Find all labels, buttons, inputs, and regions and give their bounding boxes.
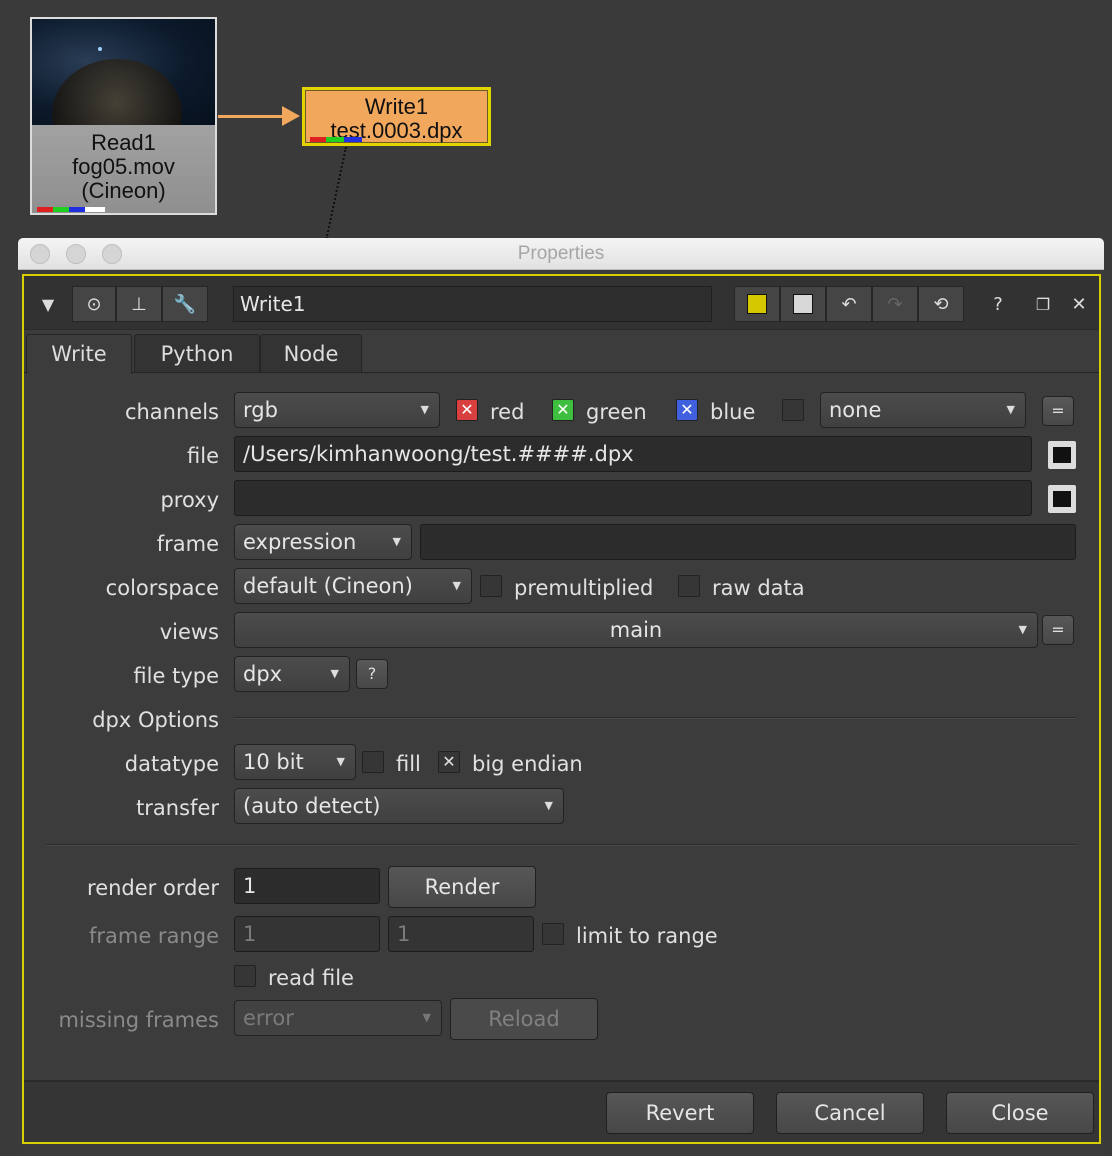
- green-channel-checkbox[interactable]: ✕: [552, 399, 574, 421]
- cancel-button[interactable]: Cancel: [776, 1092, 924, 1134]
- revert-button[interactable]: Revert: [606, 1092, 754, 1134]
- frame-range-end-input[interactable]: 1: [388, 916, 534, 952]
- collapse-triangle-icon[interactable]: ▼: [30, 286, 66, 322]
- channel-blue-indicator: [344, 137, 362, 142]
- views-label: views: [159, 620, 219, 644]
- blue-channel-checkbox[interactable]: ✕: [676, 399, 698, 421]
- read-file-checkbox[interactable]: [234, 965, 256, 987]
- premultiplied-label: premultiplied: [514, 576, 654, 600]
- views-dropdown[interactable]: main ▼: [234, 612, 1038, 648]
- file-type-label: file type: [133, 664, 219, 688]
- render-order-input[interactable]: 1: [234, 868, 380, 904]
- revert-knobs-icon[interactable]: ⟲: [918, 286, 964, 322]
- panel-toolbar: ▼ ⊙ ⊥ 🔧 Write1 ↶ ↷ ⟲ ? ❐ ✕: [24, 276, 1099, 330]
- proxy-label: proxy: [160, 488, 219, 512]
- wrench-icon[interactable]: 🔧: [162, 286, 208, 322]
- read-node-thumbnail: [32, 19, 215, 125]
- green-channel-label: green: [586, 400, 647, 424]
- fill-checkbox[interactable]: [362, 751, 384, 773]
- missing-frames-label: missing frames: [58, 1008, 219, 1032]
- proxy-browse-folder-icon[interactable]: [1048, 485, 1076, 513]
- write-node[interactable]: Write1 test.0003.dpx: [302, 87, 491, 146]
- frame-mode-dropdown[interactable]: expression ▼: [234, 524, 412, 560]
- file-type-help-button[interactable]: ?: [356, 659, 388, 689]
- tab-python[interactable]: Python: [134, 334, 260, 372]
- big-endian-label: big endian: [472, 752, 583, 776]
- section-divider: [46, 844, 1076, 846]
- frame-range-start-input[interactable]: 1: [234, 916, 380, 952]
- missing-frames-dropdown[interactable]: error ▼: [234, 1000, 442, 1036]
- colorspace-label: colorspace: [105, 576, 219, 600]
- node-color-icon[interactable]: [734, 286, 780, 322]
- viewer-link-line: [325, 147, 347, 239]
- read-node-colorspace: (Cineon): [81, 178, 166, 203]
- window-titlebar[interactable]: Properties: [18, 238, 1104, 270]
- blue-channel-label: blue: [710, 400, 756, 424]
- channels-dropdown[interactable]: rgb ▼: [234, 392, 440, 428]
- write-node-name: Write1: [364, 94, 429, 119]
- red-channel-checkbox[interactable]: ✕: [456, 399, 478, 421]
- raw-data-label: raw data: [712, 576, 805, 600]
- datatype-label: datatype: [124, 752, 219, 776]
- properties-panel: ▼ ⊙ ⊥ 🔧 Write1 ↶ ↷ ⟲ ? ❐ ✕ Write Python …: [22, 274, 1101, 1144]
- help-icon[interactable]: ?: [984, 286, 1012, 322]
- file-path-input[interactable]: /Users/kimhanwoong/test.####.dpx: [234, 436, 1032, 472]
- file-type-dropdown[interactable]: dpx ▼: [234, 656, 350, 692]
- read-node[interactable]: Read1 fog05.mov (Cineon): [30, 17, 217, 215]
- frame-expression-input[interactable]: [420, 524, 1076, 560]
- channel-alpha-indicator: [85, 207, 105, 212]
- extra-channel-dropdown[interactable]: none ▼: [820, 392, 1026, 428]
- tab-node[interactable]: Node: [260, 334, 362, 372]
- close-panel-icon[interactable]: ✕: [1064, 286, 1094, 322]
- undo-icon[interactable]: ↶: [826, 286, 872, 322]
- float-panel-icon[interactable]: ❐: [1028, 286, 1058, 322]
- arrow-head-icon: [282, 106, 300, 126]
- close-button[interactable]: Close: [946, 1092, 1094, 1134]
- big-endian-checkbox[interactable]: ✕: [438, 751, 460, 773]
- frame-label: frame: [156, 532, 219, 556]
- fill-label: fill: [396, 752, 421, 776]
- channel-red-indicator: [310, 137, 326, 142]
- file-label: file: [187, 444, 219, 468]
- views-equals-button[interactable]: =: [1042, 615, 1074, 645]
- channel-red-indicator: [37, 207, 53, 212]
- read-file-label: read file: [268, 966, 354, 990]
- dpx-options-divider: [234, 717, 1076, 719]
- premultiplied-checkbox[interactable]: [480, 575, 502, 597]
- node-name-field[interactable]: Write1: [233, 286, 712, 322]
- transfer-dropdown[interactable]: (auto detect) ▼: [234, 788, 564, 824]
- channel-green-indicator: [326, 137, 344, 142]
- render-order-label: render order: [87, 876, 219, 900]
- frame-range-label: frame range: [88, 924, 219, 948]
- extra-channel-checkbox[interactable]: [782, 399, 804, 421]
- connection-arrow: [218, 115, 284, 118]
- read-node-file: fog05.mov: [72, 154, 175, 179]
- raw-data-checkbox[interactable]: [678, 575, 700, 597]
- viewer-icon[interactable]: ⊥: [116, 286, 162, 322]
- channels-equals-button[interactable]: =: [1042, 396, 1074, 426]
- gl-color-icon[interactable]: [780, 286, 826, 322]
- reload-button[interactable]: Reload: [450, 998, 598, 1040]
- red-channel-label: red: [490, 400, 525, 424]
- channel-blue-indicator: [69, 207, 85, 212]
- window-title: Properties: [517, 243, 605, 264]
- panel-footer: Revert Cancel Close: [24, 1080, 1099, 1142]
- render-button[interactable]: Render: [388, 866, 536, 908]
- center-node-icon[interactable]: ⊙: [72, 286, 116, 322]
- proxy-path-input[interactable]: [234, 480, 1032, 516]
- transfer-label: transfer: [136, 796, 219, 820]
- datatype-dropdown[interactable]: 10 bit ▼: [234, 744, 356, 780]
- limit-to-range-checkbox[interactable]: [542, 923, 564, 945]
- channels-label: channels: [124, 400, 219, 424]
- redo-icon[interactable]: ↷: [872, 286, 918, 322]
- dpx-options-label: dpx Options: [92, 708, 219, 732]
- file-browse-folder-icon[interactable]: [1048, 441, 1076, 469]
- read-node-name: Read1: [91, 130, 156, 155]
- channel-green-indicator: [53, 207, 69, 212]
- tab-write[interactable]: Write: [26, 334, 132, 374]
- colorspace-dropdown[interactable]: default (Cineon) ▼: [234, 568, 472, 604]
- limit-to-range-label: limit to range: [576, 924, 718, 948]
